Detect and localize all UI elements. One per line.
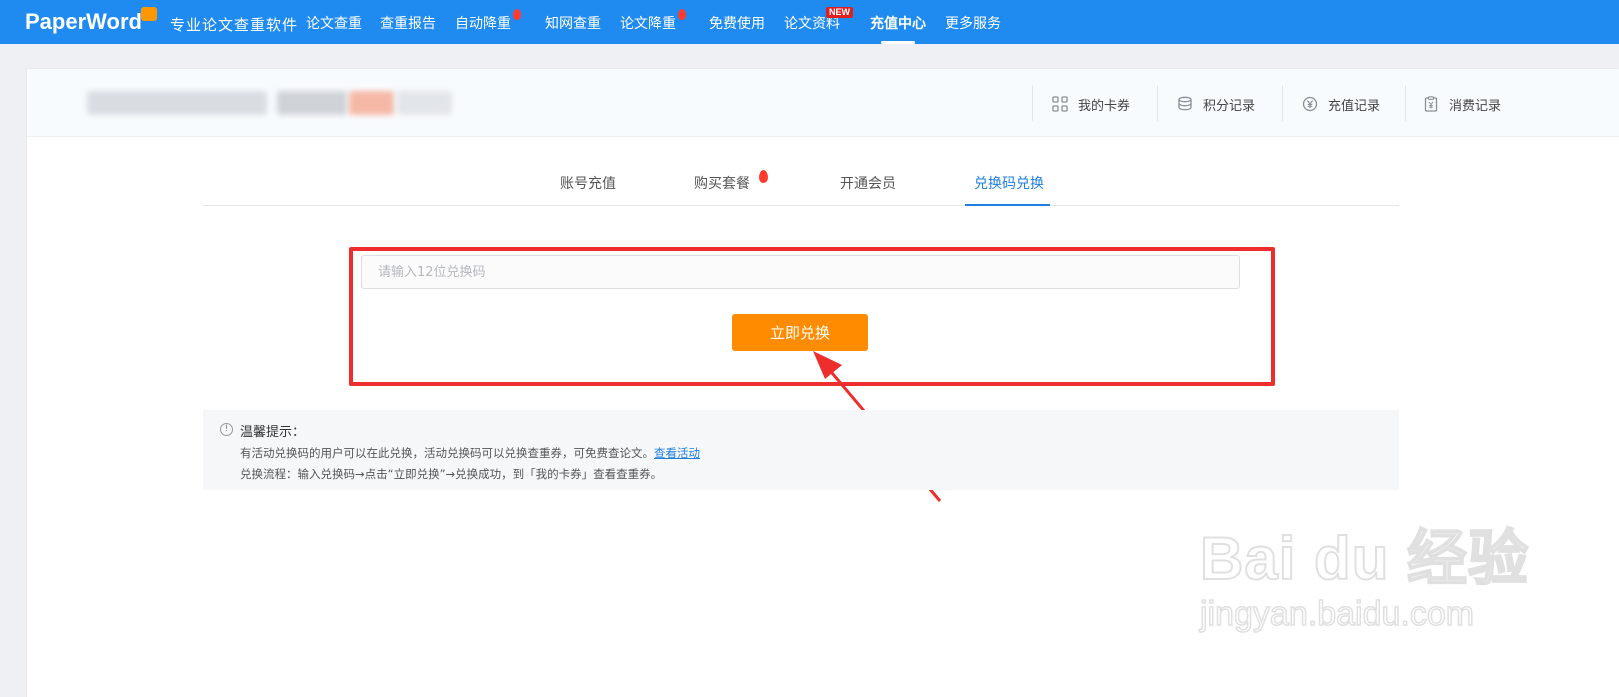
fire-icon <box>759 170 768 183</box>
nav-item-plagiarism-check[interactable]: 论文查重 <box>306 13 362 33</box>
nav-item-recharge-center[interactable]: 充值中心 <box>870 13 926 44</box>
divider <box>1032 85 1033 121</box>
tips-box: ! 温馨提示： 有活动兑换码的用户可以在此兑换，活动兑换码可以兑换查重券，可免费… <box>203 410 1399 490</box>
nav-item-label: 自动降重 <box>455 16 511 32</box>
yen-circle-icon <box>1302 96 1318 112</box>
new-badge: NEW <box>826 7 853 18</box>
redeem-code-input[interactable] <box>361 255 1240 289</box>
watermark-url: jingyan.baidu.com <box>1199 594 1475 634</box>
tab-buy-package[interactable]: 购买套餐 <box>694 173 750 193</box>
my-coupons-label: 我的卡券 <box>1078 98 1131 114</box>
logo-text: PaperWord <box>25 9 142 34</box>
active-tab-indicator <box>965 204 1050 206</box>
nav-item-label: 论文资料 <box>784 16 840 32</box>
active-nav-underline <box>881 41 915 44</box>
blurred-username <box>87 91 267 115</box>
info-icon: ! <box>220 423 233 436</box>
logo-badge-icon <box>141 7 157 21</box>
nav-item-cnki-check[interactable]: 知网查重 <box>545 13 601 33</box>
points-record-link[interactable]: 积分记录 <box>1177 87 1255 121</box>
divider <box>1157 85 1158 121</box>
blurred-user-extra <box>397 91 452 115</box>
recharge-tabs: 账号充值 购买套餐 开通会员 兑换码兑换 <box>203 157 1399 206</box>
recharge-record-label: 充值记录 <box>1328 98 1381 114</box>
fire-icon <box>678 9 686 20</box>
fire-icon <box>513 9 521 20</box>
coins-icon <box>1178 96 1192 111</box>
tab-open-membership[interactable]: 开通会员 <box>840 173 896 193</box>
nav-item-free-use[interactable]: 免费使用 <box>709 13 765 33</box>
nav-item-check-report[interactable]: 查重报告 <box>380 13 436 33</box>
tips-line-2: 兑换流程：输入兑换码→点击“立即兑换”→兑换成功，到「我的卡券」查看查重券。 <box>240 467 663 481</box>
slogan: 专业论文查重软件 <box>170 16 299 34</box>
user-header: 我的卡券 积分记录 充值记录 消费记录 <box>27 69 1619 137</box>
tab-label: 购买套餐 <box>694 176 750 192</box>
tips-line-1: 有活动兑换码的用户可以在此兑换，活动兑换码可以兑换查重券，可免费查论文。查看活动 <box>240 445 700 461</box>
nav-item-label: 充值中心 <box>870 16 926 32</box>
divider <box>1405 85 1406 121</box>
watermark-brand: Bai du 经验 <box>1199 524 1530 593</box>
tips-title: 温馨提示： <box>240 425 306 440</box>
points-record-label: 积分记录 <box>1203 98 1256 114</box>
blurred-user-info <box>277 91 347 115</box>
consumption-record-link[interactable]: 消费记录 <box>1423 87 1501 121</box>
recharge-record-link[interactable]: 充值记录 <box>1302 87 1380 121</box>
consumption-record-label: 消费记录 <box>1449 98 1502 114</box>
view-activity-link[interactable]: 查看活动 <box>654 446 700 460</box>
top-nav-bar: PaperWord 专业论文查重软件 论文查重 查重报告 自动降重 知网查重 论… <box>0 0 1619 44</box>
nav-item-label: 论文降重 <box>620 16 676 32</box>
nav-item-paper-rewrite[interactable]: 论文降重 <box>620 13 676 33</box>
tab-redeem-code[interactable]: 兑换码兑换 <box>974 173 1044 193</box>
receipt-icon <box>1424 96 1438 112</box>
grid-icon <box>1052 96 1068 112</box>
baidu-jingyan-watermark: Bai du 经验 jingyan.baidu.com <box>1199 510 1530 634</box>
paperword-logo[interactable]: PaperWord <box>25 7 157 37</box>
blurred-user-badge <box>349 91 394 115</box>
nav-item-auto-rewrite[interactable]: 自动降重 <box>455 13 511 33</box>
my-coupons-link[interactable]: 我的卡券 <box>1052 87 1130 121</box>
tab-account-recharge[interactable]: 账号充值 <box>560 173 616 193</box>
tips-line-1-text: 有活动兑换码的用户可以在此兑换，活动兑换码可以兑换查重券，可免费查论文。 <box>240 446 654 460</box>
nav-item-more-services[interactable]: 更多服务 <box>945 13 1001 33</box>
divider <box>1282 85 1283 121</box>
